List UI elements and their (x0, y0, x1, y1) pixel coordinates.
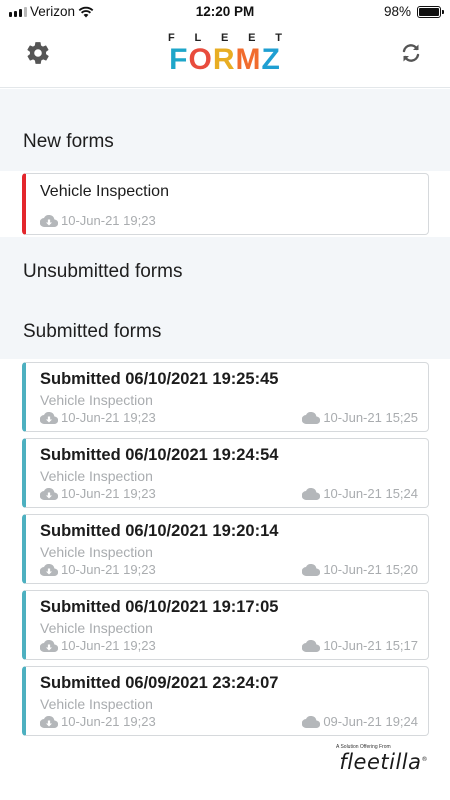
created-date: 10-Jun-21 19;23 (40, 714, 156, 729)
submitted-date: 10-Jun-21 15;20 (302, 562, 418, 577)
battery-status: 98% (383, 4, 444, 19)
submitted-date: 10-Jun-21 15;25 (302, 410, 418, 425)
cloud-download-icon (40, 214, 58, 227)
cloud-icon (302, 639, 321, 652)
submitted-form-card[interactable]: Submitted 06/09/2021 23:24:07 Vehicle Ins… (22, 666, 429, 736)
form-title: Submitted 06/10/2021 19:25:45 (40, 370, 279, 388)
new-forms-heading: New forms (23, 131, 114, 152)
cloud-download-icon (40, 411, 58, 424)
form-type: Vehicle Inspection (40, 544, 153, 560)
registered-mark: ® (421, 756, 428, 763)
created-date: 10-Jun-21 19;23 (40, 486, 156, 501)
submitted-form-card[interactable]: Submitted 06/10/2021 19:17:05 Vehicle Ins… (22, 590, 429, 660)
status-bar: Verizon 12:20 PM 98% (0, 0, 450, 24)
submitted-forms-heading[interactable]: Submitted forms (23, 321, 161, 343)
cloud-download-icon (40, 639, 58, 652)
battery-percent: 98% (383, 4, 411, 19)
brand-name: fleetilla (339, 750, 422, 774)
cloud-icon (302, 563, 321, 576)
app-screen: Verizon 12:20 PM 98% FLEET FORMZ New for… (0, 0, 450, 800)
form-title: Vehicle Inspection (40, 183, 169, 200)
cloud-icon (302, 715, 321, 728)
cloud-icon (302, 411, 321, 424)
submitted-form-card[interactable]: Submitted 06/10/2021 19:25:45 Vehicle Ins… (22, 362, 429, 432)
battery-icon (417, 5, 444, 18)
submitted-date: 09-Jun-21 19;24 (302, 714, 418, 729)
fleetformz-logo: FLEET FORMZ (164, 32, 286, 78)
form-type: Vehicle Inspection (40, 620, 153, 636)
logo-formz-text: FORMZ (169, 43, 281, 76)
created-date: 10-Jun-21 19;23 (40, 638, 156, 653)
fleetilla-logo: A Solution Offering From fleetilla® (328, 744, 428, 774)
submitted-date: 10-Jun-21 15;24 (302, 486, 418, 501)
cloud-icon (302, 487, 321, 500)
created-date: 10-Jun-21 19;23 (40, 562, 156, 577)
submitted-date: 10-Jun-21 15;17 (302, 638, 418, 653)
new-form-card[interactable]: Vehicle Inspection 10-Jun-21 19;23 (22, 173, 429, 235)
created-date: 10-Jun-21 19;23 (40, 213, 156, 228)
created-date: 10-Jun-21 19;23 (40, 410, 156, 425)
new-forms-section: New forms (0, 89, 450, 171)
submitted-form-card[interactable]: Submitted 06/10/2021 19:24:54 Vehicle Ins… (22, 438, 429, 508)
cloud-download-icon (40, 487, 58, 500)
form-groups-section: Unsubmitted forms Submitted forms (0, 237, 450, 359)
form-type: Vehicle Inspection (40, 392, 153, 408)
form-title: Submitted 06/10/2021 19:20:14 (40, 522, 279, 540)
submitted-form-card[interactable]: Submitted 06/10/2021 19:20:14 Vehicle Ins… (22, 514, 429, 584)
form-title: Submitted 06/10/2021 19:24:54 (40, 446, 279, 464)
form-title: Submitted 06/09/2021 23:24:07 (40, 674, 279, 692)
cloud-download-icon (40, 563, 58, 576)
app-header: FLEET FORMZ (0, 24, 450, 88)
refresh-icon[interactable] (399, 41, 423, 65)
cloud-download-icon (40, 715, 58, 728)
gear-icon[interactable] (25, 40, 51, 66)
form-title: Submitted 06/10/2021 19:17:05 (40, 598, 279, 616)
form-type: Vehicle Inspection (40, 468, 153, 484)
clock: 12:20 PM (195, 4, 255, 19)
form-type: Vehicle Inspection (40, 696, 153, 712)
unsubmitted-forms-heading[interactable]: Unsubmitted forms (23, 261, 182, 283)
footer: A Solution Offering From fleetilla® (0, 736, 450, 800)
